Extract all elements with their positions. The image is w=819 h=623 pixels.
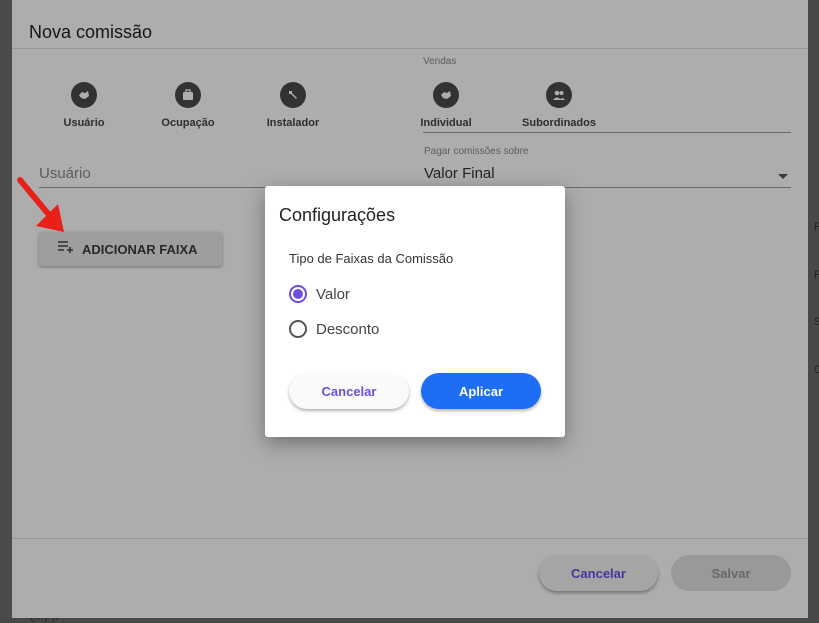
radio-option-desconto[interactable]: Desconto <box>289 320 379 338</box>
radio-label: Valor <box>316 285 350 303</box>
modal-subtitle: Tipo de Faixas da Comissão <box>289 251 454 266</box>
radio-unchecked-icon[interactable] <box>289 320 307 338</box>
radio-checked-icon[interactable] <box>289 285 307 303</box>
modal-cancel-button[interactable]: Cancelar <box>289 373 409 409</box>
red-arrow-annotation <box>17 177 64 232</box>
radio-option-valor[interactable]: Valor <box>289 285 350 303</box>
configuracoes-modal: Configurações Tipo de Faixas da Comissão… <box>265 186 565 437</box>
modal-apply-button[interactable]: Aplicar <box>421 373 541 409</box>
modal-title: Configurações <box>279 205 396 225</box>
radio-label: Desconto <box>316 320 380 338</box>
